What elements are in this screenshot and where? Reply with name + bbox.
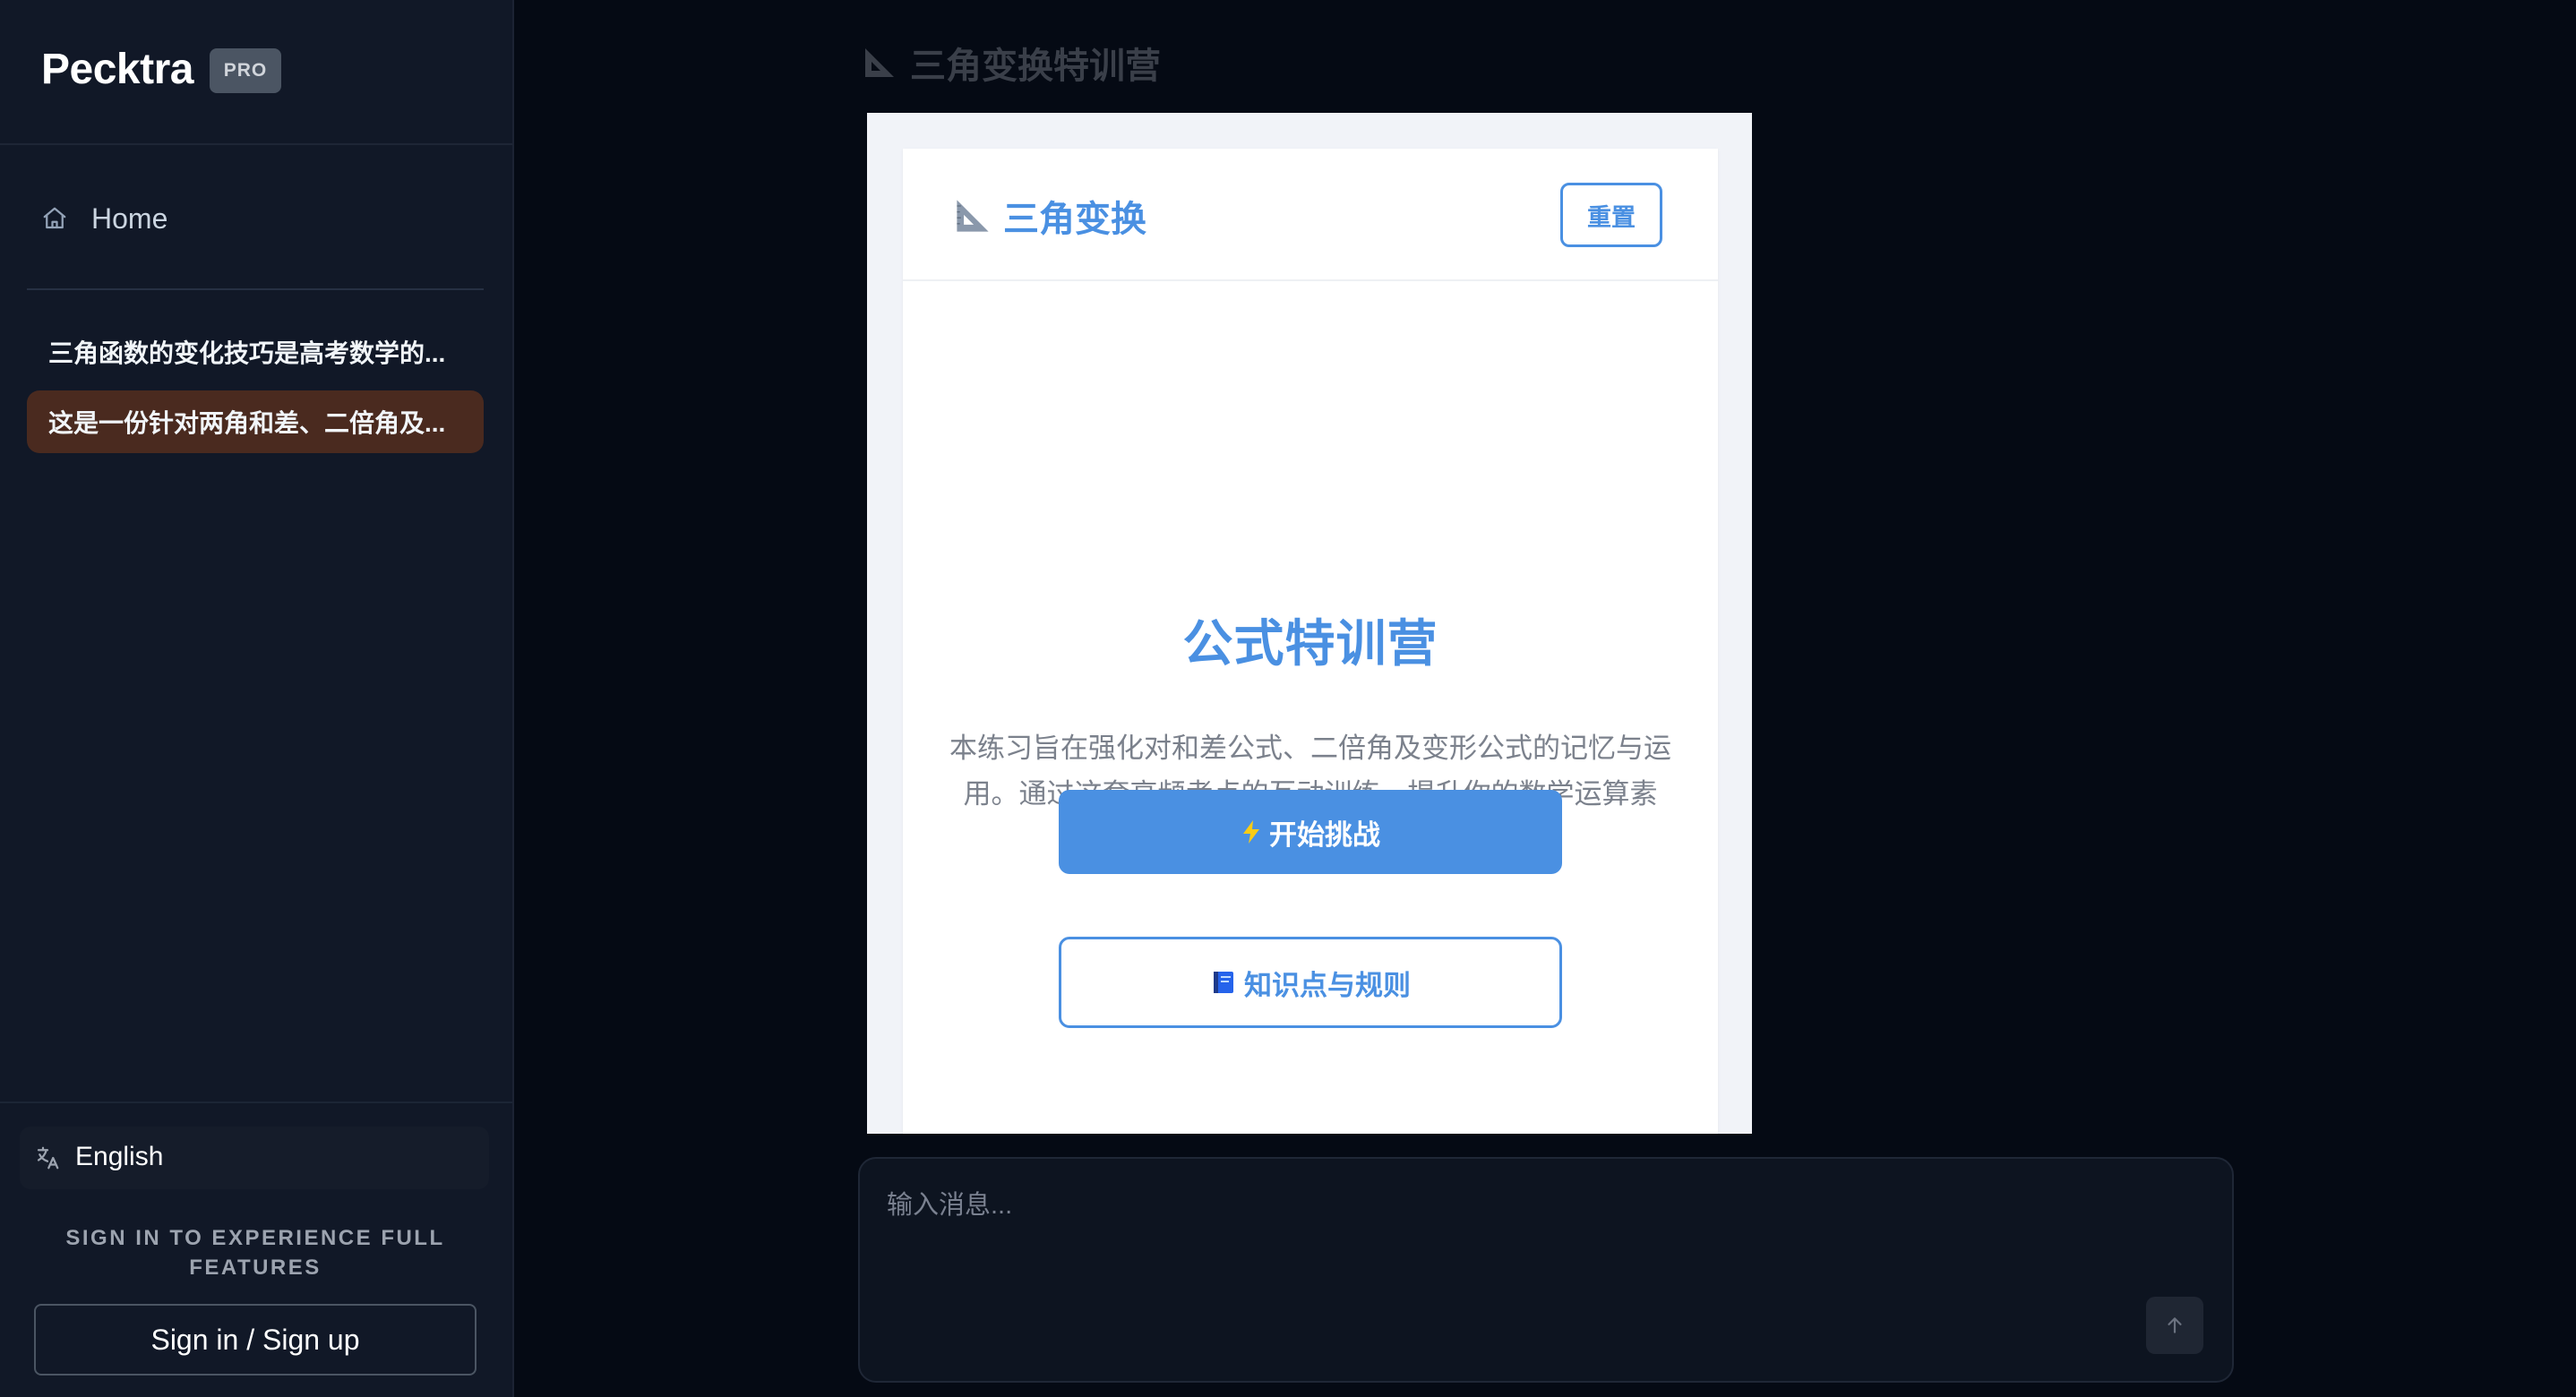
app-window: Pecktra PRO Home 三角函数的变化技巧是高考数学的... 这是一份… <box>0 0 2576 1397</box>
divider <box>0 1101 512 1103</box>
translate-icon <box>37 1146 59 1170</box>
start-challenge-label: 开始挑战 <box>1269 818 1380 851</box>
divider <box>27 288 484 290</box>
preview-title-text: 三角变换 <box>1003 200 1146 239</box>
preview-title: 三角变换 <box>953 192 1146 240</box>
pro-badge: PRO <box>210 48 281 93</box>
signin-button[interactable]: Sign in / Sign up <box>34 1304 477 1376</box>
triangle-ruler-icon <box>957 200 989 232</box>
home-icon <box>43 207 66 229</box>
preview-header: 三角变换 重置 <box>903 149 1718 281</box>
app-preview-frame: 三角变换 重置 公式特训营 本练习旨在强化对和差公式、二倍角及变形公式的记忆与运… <box>867 113 1752 1134</box>
book-icon <box>1210 969 1237 996</box>
send-button[interactable] <box>2146 1297 2203 1354</box>
sidebar-item-label: Home <box>91 202 168 235</box>
brand-logo[interactable]: Pecktra <box>41 45 193 94</box>
page-title: 三角变换特训营 <box>862 39 1161 86</box>
start-challenge-button[interactable]: 开始挑战 <box>1059 790 1562 874</box>
chat-input-box <box>858 1157 2234 1383</box>
page-title-text: 三角变换特训营 <box>910 47 1161 86</box>
knowledge-rules-button[interactable]: 知识点与规则 <box>1059 937 1562 1028</box>
knowledge-rules-label: 知识点与规则 <box>1244 969 1411 1001</box>
preview-card: 三角变换 重置 公式特训营 本练习旨在强化对和差公式、二倍角及变形公式的记忆与运… <box>903 149 1718 1134</box>
sidebar-item-home[interactable]: Home <box>27 190 484 245</box>
sidebar: Pecktra PRO Home 三角函数的变化技巧是高考数学的... 这是一份… <box>0 0 514 1397</box>
brand-header: Pecktra PRO <box>0 0 512 145</box>
language-selector[interactable]: English <box>20 1127 489 1189</box>
history-item-title: 这是一份针对两角和差、二倍角及... <box>48 409 446 437</box>
triangle-ruler-icon <box>865 48 894 77</box>
message-input[interactable] <box>887 1184 2194 1291</box>
language-label: English <box>75 1142 164 1171</box>
reset-button[interactable]: 重置 <box>1560 183 1662 247</box>
history-item-active[interactable]: 这是一份针对两角和差、二倍角及... <box>27 390 484 453</box>
history-item[interactable]: 三角函数的变化技巧是高考数学的... <box>27 321 484 383</box>
history-item-title: 三角函数的变化技巧是高考数学的... <box>48 339 446 367</box>
signin-hint: SIGN IN TO EXPERIENCE FULL FEATURES <box>65 1226 445 1280</box>
hero-title: 公式特训营 <box>1182 615 1438 672</box>
lightning-icon <box>1241 819 1262 844</box>
arrow-up-icon <box>2168 1317 2182 1333</box>
